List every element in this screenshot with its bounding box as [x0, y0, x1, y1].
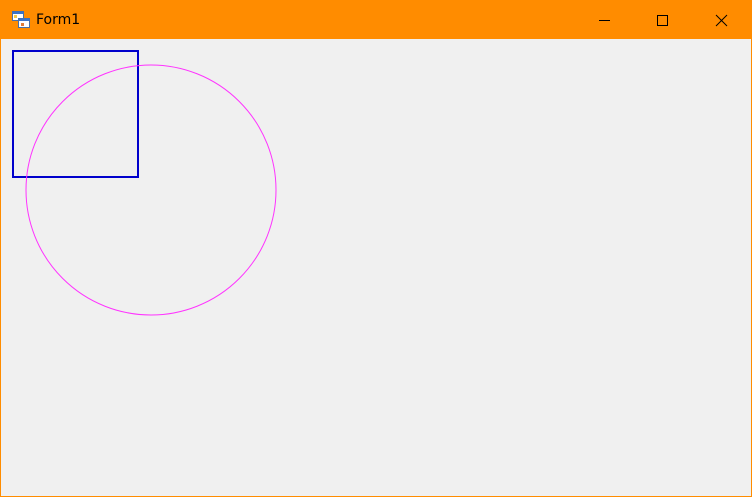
- window-title: Form1: [36, 12, 81, 28]
- drawing-canvas: [12, 50, 277, 316]
- close-button[interactable]: [692, 1, 750, 39]
- minimize-button[interactable]: [575, 1, 633, 39]
- winforms-app-icon[interactable]: [12, 11, 30, 28]
- title-bar[interactable]: Form1: [1, 1, 751, 39]
- client-area: [1, 39, 751, 496]
- maximize-button[interactable]: [633, 1, 691, 39]
- drawn-circle: [25, 64, 277, 316]
- drawn-rectangle: [12, 50, 139, 178]
- minimize-icon: [599, 20, 610, 21]
- close-icon: [715, 14, 728, 27]
- maximize-icon: [657, 15, 668, 26]
- form1-window: Form1: [0, 0, 752, 497]
